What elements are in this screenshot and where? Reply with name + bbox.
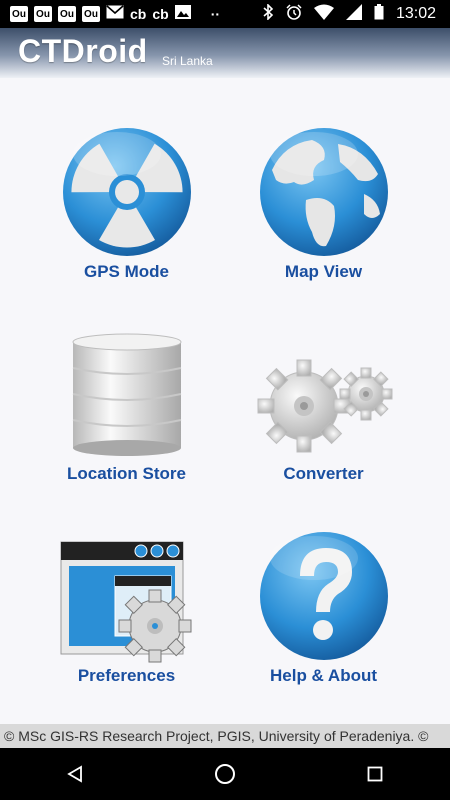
alarm-icon bbox=[286, 4, 302, 24]
battery-icon bbox=[374, 4, 384, 24]
map-view-button[interactable]: Map View bbox=[211, 78, 436, 281]
notification-icons: Ou Ou Ou Ou cb cb ·· bbox=[0, 4, 221, 24]
globe-icon bbox=[254, 122, 394, 262]
recents-button[interactable] bbox=[345, 754, 405, 794]
system-icons: 13:02 bbox=[262, 3, 450, 24]
cell-signal-icon bbox=[345, 4, 362, 24]
copyright-footer: © MSc GIS-RS Research Project, PGIS, Uni… bbox=[0, 724, 450, 748]
wifi-icon bbox=[313, 4, 334, 24]
app-subtitle: Sri Lanka bbox=[162, 54, 213, 68]
outlook-notification-icon: Ou bbox=[58, 6, 76, 22]
location-store-label: Location Store bbox=[66, 464, 186, 483]
converter-label: Converter bbox=[283, 464, 364, 483]
main-menu-grid: GPS Mode Map View Location Store Convert… bbox=[0, 78, 450, 724]
back-icon bbox=[67, 765, 82, 783]
cb-notification-icon: cb bbox=[152, 6, 169, 22]
outlook-notification-icon: Ou bbox=[82, 6, 100, 22]
gears-icon bbox=[254, 324, 394, 464]
app-title: CTDroid bbox=[18, 33, 148, 69]
location-store-button[interactable]: Location Store bbox=[14, 280, 239, 483]
copyright-text: © MSc GIS-RS Research Project, PGIS, Uni… bbox=[4, 728, 429, 744]
map-view-label: Map View bbox=[284, 262, 363, 281]
back-button[interactable] bbox=[45, 754, 105, 794]
help-icon bbox=[254, 526, 394, 666]
preferences-label: Preferences bbox=[77, 666, 176, 685]
database-icon bbox=[57, 324, 197, 464]
help-about-label: Help & About bbox=[269, 666, 378, 685]
outlook-notification-icon: Ou bbox=[10, 6, 28, 22]
home-button[interactable] bbox=[195, 754, 255, 794]
gps-mode-button[interactable]: GPS Mode bbox=[14, 78, 239, 281]
recents-icon bbox=[367, 766, 383, 782]
gps-mode-label: GPS Mode bbox=[83, 262, 169, 281]
app-bar: CTDroid Sri Lanka bbox=[0, 28, 450, 78]
cb-notification-icon: cb bbox=[130, 6, 147, 22]
outlook-notification-icon: Ou bbox=[34, 6, 52, 22]
more-notifications-icon: ·· bbox=[210, 6, 221, 22]
home-icon bbox=[215, 764, 235, 784]
bluetooth-icon bbox=[262, 3, 274, 24]
mail-notification-icon bbox=[106, 4, 124, 24]
image-notification-icon bbox=[174, 4, 191, 24]
preferences-button[interactable]: Preferences bbox=[14, 482, 239, 685]
settings-window-icon bbox=[57, 526, 197, 666]
converter-button[interactable]: Converter bbox=[211, 280, 436, 483]
radiation-icon bbox=[57, 122, 197, 262]
status-bar: Ou Ou Ou Ou cb cb ·· 13:02 bbox=[0, 0, 450, 28]
help-about-button[interactable]: Help & About bbox=[211, 482, 436, 685]
clock: 13:02 bbox=[395, 5, 436, 22]
system-navigation-bar bbox=[0, 748, 450, 800]
